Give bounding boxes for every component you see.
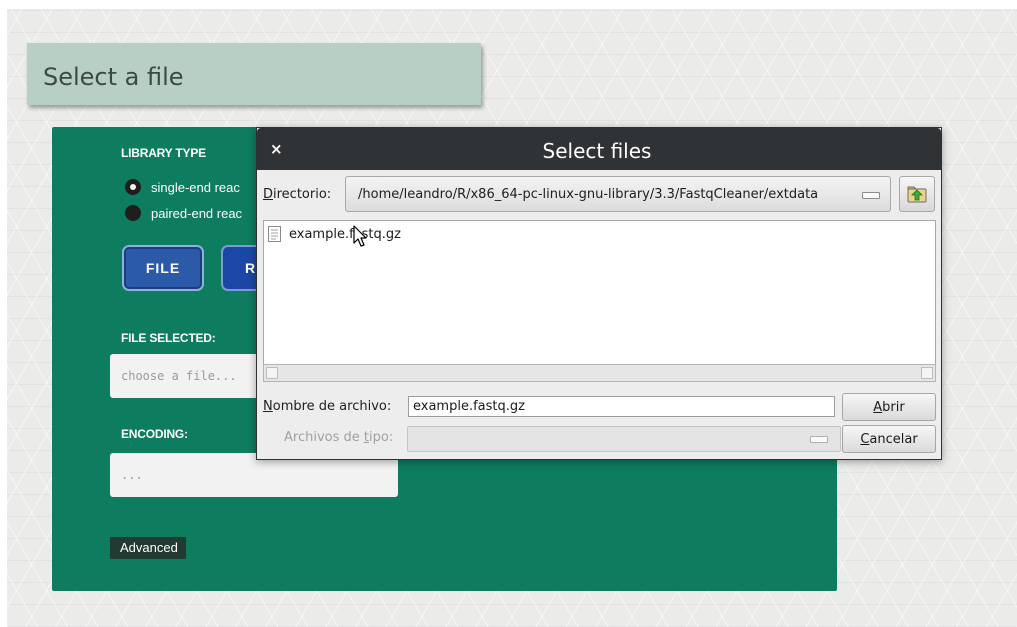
encoding-label: ENCODING: (121, 427, 188, 441)
horizontal-scrollbar[interactable] (263, 364, 936, 382)
file-button[interactable]: FILE (122, 245, 204, 291)
radio-paired-end[interactable]: paired-end reac (125, 205, 242, 221)
dialog-titlebar: × Select files (257, 128, 941, 170)
dialog-title-text: Select files (542, 139, 652, 163)
radio-single-end[interactable]: single-end reac (125, 179, 240, 195)
file-selected-label: FILE SELECTED: (121, 331, 216, 345)
cancel-button[interactable]: Cancelar (842, 425, 936, 453)
filetype-label: Archivos de tipo: (284, 430, 393, 445)
file-chooser-dialog: × Select files Directorio: /home/leandro… (256, 127, 942, 460)
filename-label-rest: ombre de archivo: (272, 399, 392, 414)
scroll-right-icon[interactable] (921, 367, 933, 379)
combo-arrow-icon (862, 192, 880, 199)
filename-label: Nombre de archivo: (263, 399, 391, 414)
filename-label-accel: N (263, 399, 273, 414)
cancel-button-accel: C (860, 431, 870, 447)
mouse-pointer-icon (353, 225, 367, 247)
radio-single-end-label: single-end reac (151, 179, 240, 195)
advanced-button[interactable]: Advanced (110, 537, 186, 559)
combo-arrow-icon (810, 436, 828, 443)
page-title: Select a file (43, 63, 184, 91)
file-selected-input[interactable]: choose a file... (110, 354, 260, 398)
list-item[interactable]: example.fastq.gz (267, 226, 401, 242)
dialog-title: Select files (257, 139, 941, 163)
cancel-button-rest: ancelar (869, 431, 918, 447)
page-title-box: Select a file (27, 43, 481, 105)
parent-directory-button[interactable] (899, 176, 935, 212)
filetype-label-post: ipo: (369, 430, 394, 445)
library-type-label: LIBRARY TYPE (121, 146, 206, 160)
directory-label: Directorio: (263, 187, 331, 202)
open-button[interactable]: Abrir (842, 393, 936, 421)
radio-indicator-off[interactable] (125, 205, 141, 221)
open-button-rest: brir (882, 399, 905, 415)
filetype-combo[interactable] (407, 426, 841, 452)
scroll-left-icon[interactable] (266, 367, 278, 379)
radio-paired-end-label: paired-end reac (151, 205, 243, 221)
open-button-accel: A (873, 399, 883, 415)
document-icon (268, 226, 281, 242)
directory-label-rest: irectorio: (273, 187, 332, 202)
directory-path: /home/leandro/R/x86_64-pc-linux-gnu-libr… (358, 186, 819, 202)
folder-up-icon (907, 186, 927, 203)
directory-combo[interactable]: /home/leandro/R/x86_64-pc-linux-gnu-libr… (345, 176, 891, 212)
filename-input[interactable] (408, 396, 835, 417)
radio-indicator-on[interactable] (125, 179, 141, 195)
filetype-label-pre: Archivos de (284, 430, 364, 445)
directory-label-accel: D (263, 187, 274, 202)
file-name: example.fastq.gz (289, 226, 401, 242)
